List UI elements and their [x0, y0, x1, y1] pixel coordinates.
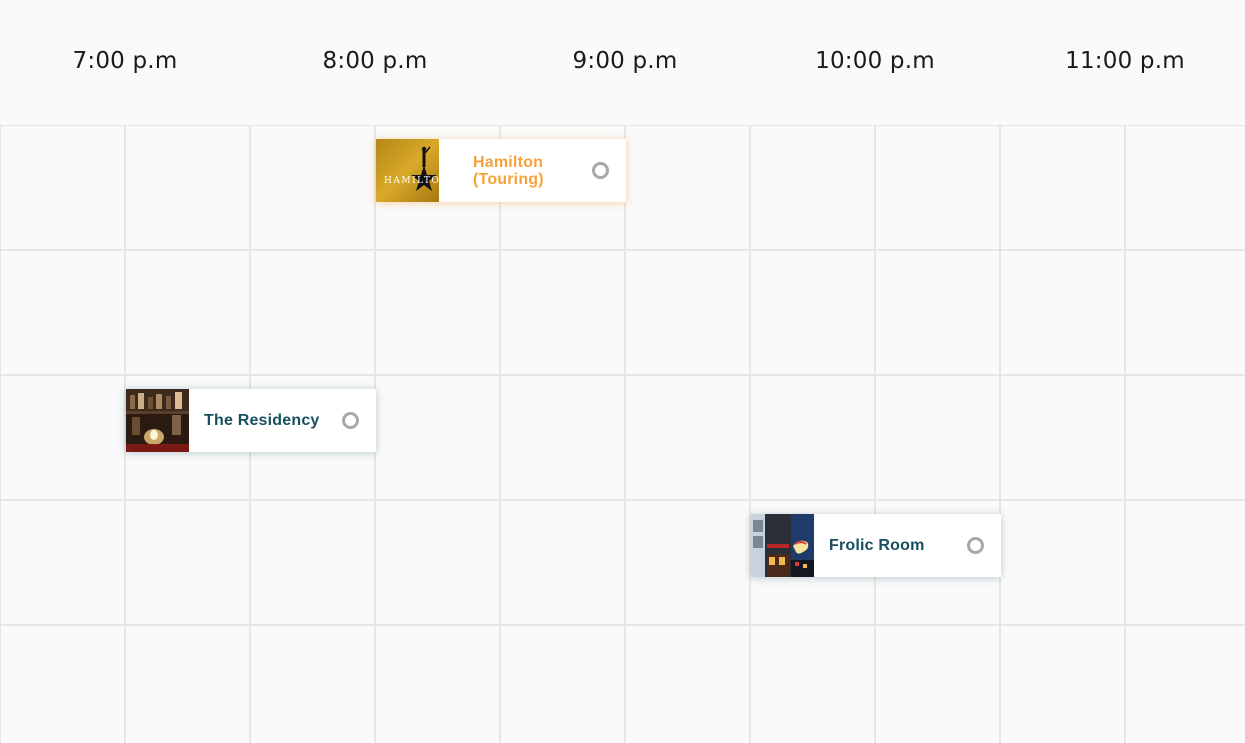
event-card-the-residency[interactable]: The Residency: [126, 389, 376, 452]
time-label-7pm: 7:00 p.m: [72, 48, 178, 74]
time-label-9pm: 9:00 p.m: [572, 48, 678, 74]
hamilton-poster-image: HAMILTON: [376, 139, 439, 202]
hamilton-poster-text: HAMILTON: [384, 176, 439, 186]
timeline-header: 7:00 p.m 8:00 p.m 9:00 p.m 10:00 p.m 11:…: [0, 0, 1245, 125]
time-label-10pm: 10:00 p.m: [815, 48, 935, 74]
event-title-frolic-room: Frolic Room: [829, 537, 925, 554]
radio-select-hamilton[interactable]: [592, 162, 609, 179]
time-label-11pm: 11:00 p.m: [1065, 48, 1185, 74]
time-label-8pm: 8:00 p.m: [322, 48, 428, 74]
event-title-the-residency: The Residency: [204, 412, 320, 429]
storefront-neon-image: [751, 514, 814, 577]
event-card-hamilton[interactable]: HAMILTON Hamilton (Touring): [376, 139, 626, 202]
event-card-frolic-room[interactable]: Frolic Room: [751, 514, 1001, 577]
radio-select-frolic-room[interactable]: [967, 537, 984, 554]
radio-select-the-residency[interactable]: [342, 412, 359, 429]
bar-candle-image: [126, 389, 189, 452]
event-title-hamilton: Hamilton (Touring): [473, 153, 544, 188]
schedule-page: 7:00 p.m 8:00 p.m 9:00 p.m 10:00 p.m 11:…: [0, 0, 1245, 743]
